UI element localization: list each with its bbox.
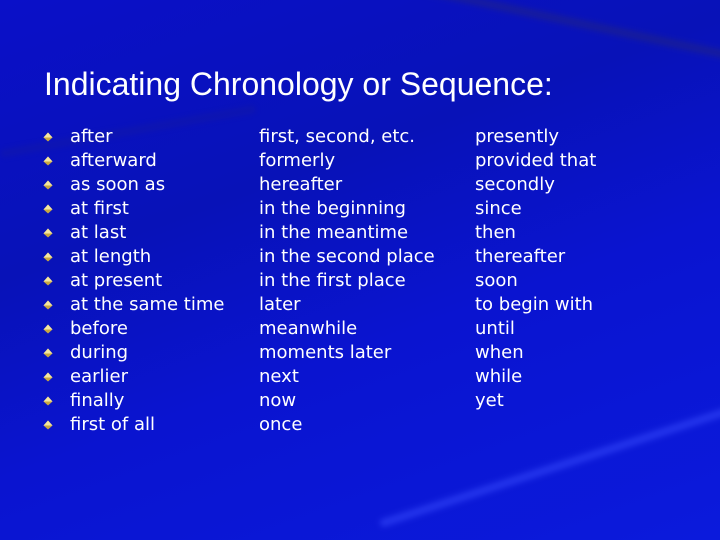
list-item-text: meanwhile (259, 318, 358, 339)
list-item: next (259, 365, 435, 389)
list-item: yet (475, 389, 596, 413)
list-item-text: next (259, 366, 299, 387)
diamond-bullet-icon (43, 396, 53, 406)
diamond-bullet-icon (43, 252, 53, 262)
list-item-text: then (475, 222, 516, 243)
diamond-bullet-icon (43, 372, 53, 382)
list-item: first of all (43, 413, 224, 437)
diamond-bullet-icon (43, 228, 53, 238)
word-column-3: presently provided that secondly since then t… (475, 125, 596, 413)
list-item: to begin with (475, 293, 596, 317)
list-item-text: at the same time (70, 294, 225, 315)
list-item: meanwhile (259, 317, 435, 341)
list-item-text: as soon as (70, 174, 166, 195)
list-item: at first (43, 197, 224, 221)
list-item: once (259, 413, 435, 437)
list-item-text: first of all (70, 414, 155, 435)
background-streak (299, 0, 720, 77)
list-item: provided that (475, 149, 596, 173)
list-item-text: while (475, 366, 523, 387)
list-item: until (475, 317, 596, 341)
list-item-text: in the meantime (259, 222, 409, 243)
list-item: soon (475, 269, 596, 293)
list-item: earlier (43, 365, 224, 389)
list-item-text: in the second place (259, 246, 435, 267)
list-item-text: finally (70, 390, 125, 411)
list-item-text: yet (475, 390, 504, 411)
list-item-text: during (70, 342, 129, 363)
list-item-text: provided that (475, 150, 597, 171)
list-item: hereafter (259, 173, 435, 197)
list-item: formerly (259, 149, 435, 173)
list-item-text: formerly (259, 150, 336, 171)
list-item: since (475, 197, 596, 221)
list-item-text: at length (70, 246, 152, 267)
list-item-text: first, second, etc. (259, 126, 416, 147)
list-item: presently (475, 125, 596, 149)
diamond-bullet-icon (43, 204, 53, 214)
list-item-text: later (259, 294, 301, 315)
list-item: at the same time (43, 293, 225, 317)
diamond-bullet-icon (43, 276, 53, 286)
list-item: at last (43, 221, 224, 245)
list-item: afterward (43, 149, 224, 173)
list-item: in the beginning (259, 197, 435, 221)
list-item-text: afterward (70, 150, 157, 171)
diamond-bullet-icon (43, 300, 53, 310)
list-item: as soon as (43, 173, 224, 197)
list-item: after (43, 125, 224, 149)
diamond-bullet-icon (43, 132, 53, 142)
list-item-text: in the first place (259, 270, 406, 291)
list-item: in the second place (259, 245, 435, 269)
list-item-text: to begin with (475, 294, 594, 315)
list-item-text: before (70, 318, 128, 339)
list-item: now (259, 389, 435, 413)
list-item-text: secondly (475, 174, 555, 195)
list-item: moments later (259, 341, 435, 365)
word-column-2: first, second, etc. formerly hereafter in t… (259, 125, 435, 437)
list-item-text: thereafter (475, 246, 566, 267)
list-item-text: after (70, 126, 113, 147)
list-item-text: now (259, 390, 297, 411)
list-item-text: at first (70, 198, 129, 219)
list-item: then (475, 221, 596, 245)
list-item: in the first place (259, 269, 435, 293)
list-item: thereafter (475, 245, 596, 269)
list-item: secondly (475, 173, 596, 197)
list-item-text: once (259, 414, 303, 435)
diamond-bullet-icon (43, 180, 53, 190)
word-column-1: after afterward as soon as at first at last a… (43, 125, 225, 437)
list-item-text: in the beginning (259, 198, 406, 219)
diamond-bullet-icon (43, 348, 53, 358)
list-item: finally (43, 389, 224, 413)
list-item: later (259, 293, 435, 317)
diamond-bullet-icon (43, 420, 53, 430)
list-item: when (475, 341, 596, 365)
list-item: during (43, 341, 224, 365)
list-item: at present (43, 269, 224, 293)
diamond-bullet-icon (43, 324, 53, 334)
list-item-text: since (475, 198, 522, 219)
list-item-text: earlier (70, 366, 128, 387)
list-item: at length (43, 245, 224, 269)
list-item-text: moments later (259, 342, 392, 363)
list-item: in the meantime (259, 221, 435, 245)
list-item-text: at present (70, 270, 163, 291)
slide-title: Indicating Chronology or Sequence: (44, 66, 553, 102)
list-item-text: at last (70, 222, 127, 243)
list-item-text: when (475, 342, 524, 363)
list-item: before (43, 317, 224, 341)
diamond-bullet-icon (43, 156, 53, 166)
list-item-text: presently (475, 126, 560, 147)
list-item: while (475, 365, 596, 389)
list-item-text: soon (475, 270, 518, 291)
list-item-text: hereafter (259, 174, 343, 195)
list-item-text: until (475, 318, 515, 339)
list-item: first, second, etc. (259, 125, 435, 149)
